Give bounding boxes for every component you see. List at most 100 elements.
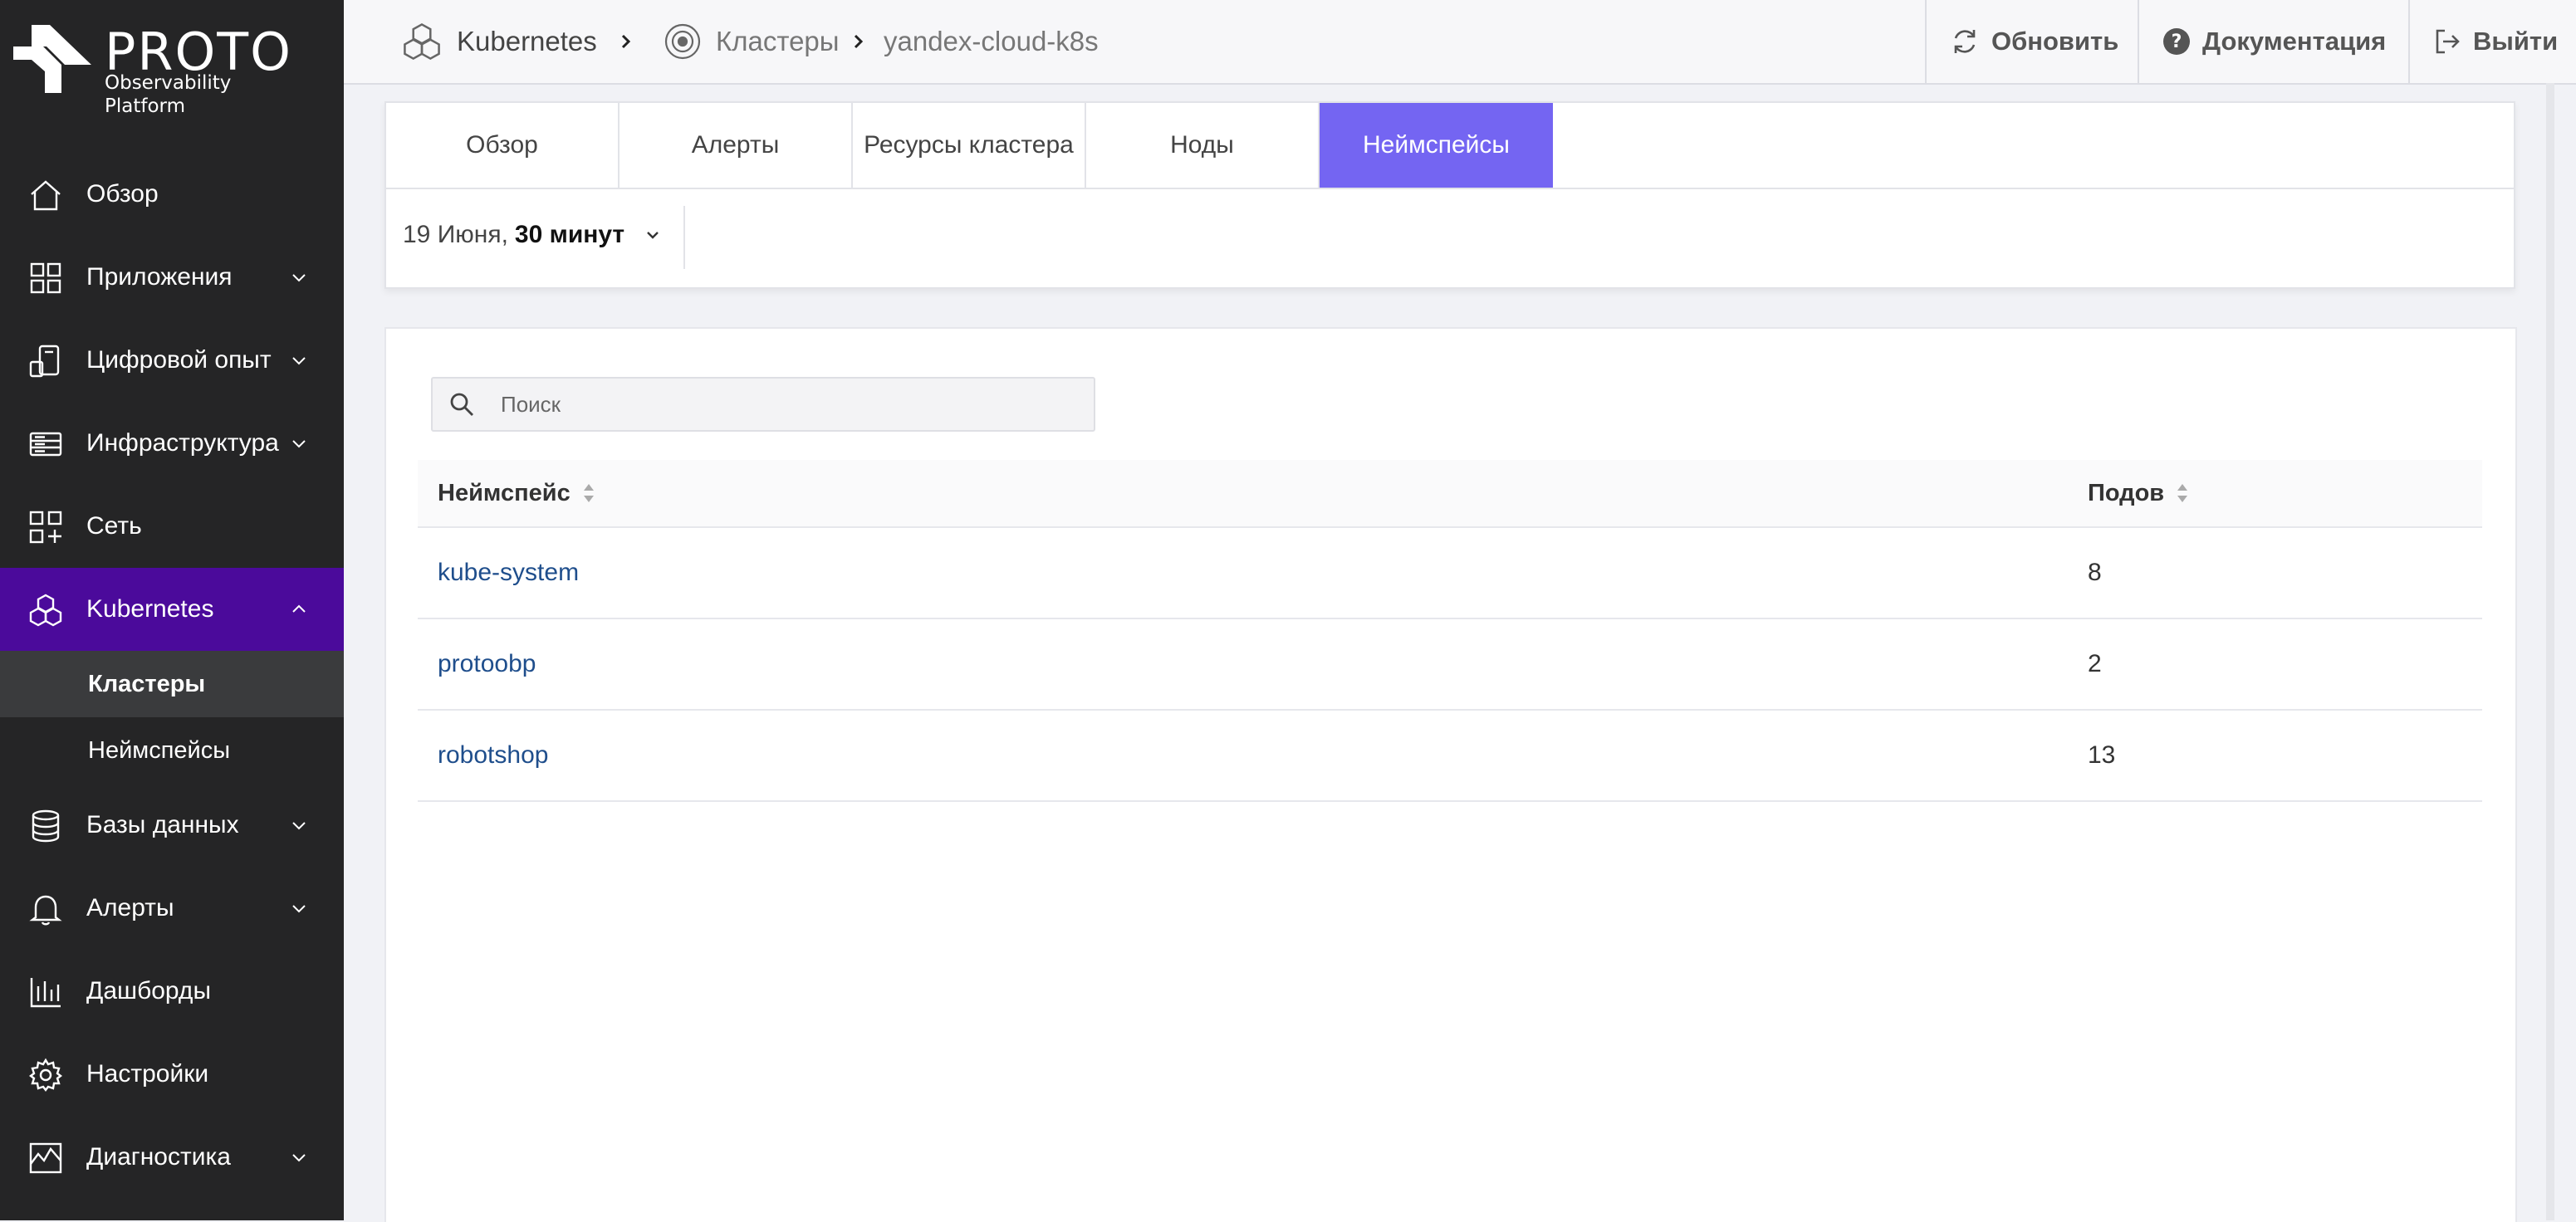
top-header: Kubernetes Кластеры yandex-cloud-k8s Обн…	[344, 0, 2576, 85]
time-range-picker[interactable]: 19 Июня, 30 минут	[403, 206, 661, 264]
sidebar-item-applications[interactable]: Приложения	[0, 236, 344, 319]
sidebar-item-label: Дашборды	[86, 977, 211, 1004]
sidebar-subitem-clusters[interactable]: Кластеры	[0, 651, 344, 717]
refresh-button[interactable]: Обновить	[1925, 0, 2138, 83]
logout-button[interactable]: Выйти	[2408, 0, 2576, 83]
tab-namespaces[interactable]: Неймспейсы	[1320, 103, 1553, 188]
namespace-link[interactable]: kube-system	[438, 556, 579, 589]
search-icon	[450, 393, 473, 416]
grid-icon	[30, 262, 61, 294]
column-namespace-label: Неймспейс	[438, 480, 571, 506]
sidebar-item-overview[interactable]: Обзор	[0, 153, 344, 236]
pulse-icon	[29, 1142, 62, 1174]
network-icon	[29, 511, 62, 544]
documentation-label: Документация	[2202, 27, 2387, 56]
chevron-down-icon	[292, 274, 306, 282]
kubernetes-icon	[404, 22, 440, 61]
sidebar-subitem-label: Неймспейсы	[88, 737, 231, 764]
sidebar-item-label: Базы данных	[86, 811, 239, 838]
brand-subtitle: Observability Platform	[105, 72, 232, 117]
sidebar: PROTO Observability Platform Обзор Прило…	[0, 0, 344, 1220]
sidebar-item-label: Алерты	[86, 894, 174, 921]
tab-nodes[interactable]: Ноды	[1086, 103, 1320, 188]
search-input[interactable]	[499, 385, 1075, 423]
time-range-date: 19 Июня,	[403, 221, 508, 248]
sidebar-subitem-namespaces[interactable]: Неймспейсы	[0, 717, 344, 784]
sort-icon	[2177, 484, 2188, 502]
page-scrollbar[interactable]	[2546, 83, 2554, 1220]
sort-icon	[583, 484, 594, 502]
server-icon	[29, 432, 62, 457]
sidebar-item-label: Инфраструктура	[86, 429, 279, 457]
sidebar-item-kubernetes[interactable]: Kubernetes	[0, 568, 344, 651]
chevron-down-icon	[292, 440, 306, 448]
sidebar-item-label: Диагностика	[86, 1143, 231, 1171]
sidebar-item-settings[interactable]: Настройки	[0, 1033, 344, 1116]
database-icon	[32, 809, 60, 843]
namespace-link[interactable]: robotshop	[438, 739, 548, 772]
chevron-down-icon	[292, 1154, 306, 1162]
help-icon: ?	[2163, 28, 2190, 55]
svg-text:?: ?	[2172, 32, 2182, 52]
sidebar-item-alerts[interactable]: Алерты	[0, 867, 344, 950]
sidebar-subitem-label: Кластеры	[88, 671, 206, 697]
namespaces-table: Неймспейс Подов kube-system 8 protoobp 2…	[418, 460, 2482, 802]
logout-label: Выйти	[2473, 27, 2559, 56]
sidebar-item-infrastructure[interactable]: Инфраструктура	[0, 402, 344, 485]
pods-count: 2	[2088, 650, 2102, 677]
tabs-divider	[386, 188, 2514, 189]
documentation-button[interactable]: ? Документация	[2138, 0, 2408, 83]
refresh-label: Обновить	[1991, 27, 2119, 56]
table-row: protoobp 2	[418, 619, 2482, 711]
sidebar-item-network[interactable]: Сеть	[0, 485, 344, 568]
table-header: Неймспейс Подов	[418, 460, 2482, 528]
bell-icon	[29, 895, 62, 926]
target-icon	[664, 23, 701, 60]
logo[interactable]: PROTO Observability Platform	[13, 22, 296, 117]
sidebar-item-label: Обзор	[86, 180, 159, 208]
tab-alerts[interactable]: Алерты	[620, 103, 853, 188]
sidebar-nav: Обзор Приложения Цифровой опыт Инфрастру…	[0, 153, 344, 1199]
sidebar-item-label: Приложения	[86, 263, 233, 291]
bar-chart-icon	[30, 978, 61, 1008]
breadcrumb-clusters[interactable]: Кластеры	[716, 25, 840, 58]
refresh-icon	[1954, 30, 1976, 53]
breadcrumb-current-cluster: yandex-cloud-k8s	[884, 26, 1099, 56]
breadcrumb-kubernetes[interactable]: Kubernetes	[457, 25, 597, 58]
chevron-down-icon	[292, 905, 306, 913]
column-pods-header[interactable]: Подов	[2088, 477, 2189, 510]
sidebar-item-label: Сеть	[86, 512, 142, 540]
search-box	[431, 377, 1095, 432]
column-pods-label: Подов	[2088, 480, 2165, 506]
tab-overview[interactable]: Обзор	[386, 103, 620, 188]
toolbar-divider	[683, 206, 685, 269]
pods-count: 8	[2088, 559, 2102, 586]
chevron-right-icon	[854, 34, 864, 49]
sidebar-item-digital-experience[interactable]: Цифровой опыт	[0, 319, 344, 402]
gear-icon	[29, 1058, 62, 1092]
time-range-duration: 30 минут	[514, 221, 625, 248]
cluster-tabs: Обзор Алерты Ресурсы кластера Ноды Неймс…	[386, 103, 1553, 188]
home-icon	[31, 180, 61, 211]
proto-logo-icon	[13, 25, 91, 93]
sidebar-item-label: Kubernetes	[86, 595, 214, 623]
namespaces-card: Неймспейс Подов kube-system 8 protoobp 2…	[384, 327, 2517, 1222]
tab-cluster-resources[interactable]: Ресурсы кластера	[853, 103, 1086, 188]
sidebar-item-label: Настройки	[86, 1060, 209, 1088]
namespace-link[interactable]: protoobp	[438, 648, 536, 681]
sidebar-item-label: Цифровой опыт	[86, 346, 272, 374]
table-row: robotshop 13	[418, 711, 2482, 802]
column-namespace-header[interactable]: Неймспейс	[438, 477, 595, 510]
sidebar-item-diagnostics[interactable]: Диагностика	[0, 1116, 344, 1199]
chevron-up-icon	[292, 604, 306, 613]
devices-icon	[29, 345, 60, 378]
sidebar-item-databases[interactable]: Базы данных	[0, 784, 344, 867]
cluster-tabs-panel: Обзор Алерты Ресурсы кластера Ноды Неймс…	[384, 101, 2515, 289]
sidebar-item-dashboards[interactable]: Дашборды	[0, 950, 344, 1033]
chevron-down-icon	[647, 232, 659, 239]
chevron-right-icon	[621, 34, 631, 49]
kubernetes-icon	[29, 594, 62, 627]
chevron-down-icon	[292, 822, 306, 830]
table-row: kube-system 8	[418, 528, 2482, 619]
logout-icon	[2436, 29, 2460, 54]
